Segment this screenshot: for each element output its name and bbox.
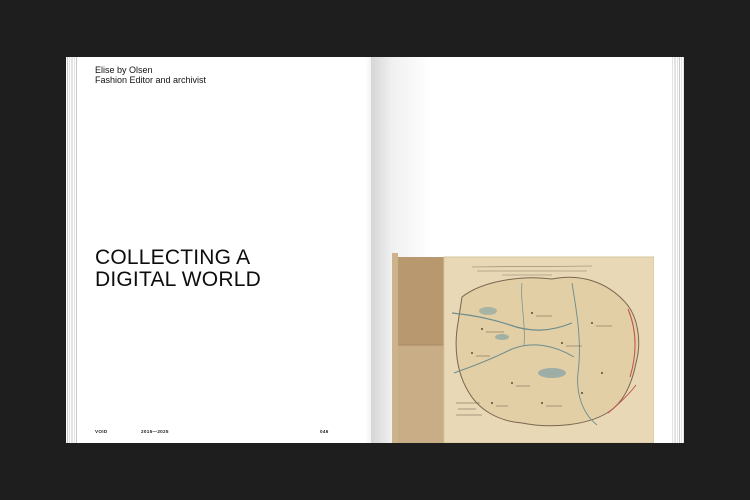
- title-line-2: DIGITAL WORLD: [95, 268, 261, 291]
- article-title: COLLECTING A DIGITAL WORLD: [95, 247, 261, 291]
- author-role: Fashion Editor and archivist: [95, 75, 207, 85]
- footer-publication: VOID: [95, 429, 108, 434]
- book-spread: Elise by Olsen Fashion Editor and archiv…: [0, 0, 750, 500]
- right-page: [371, 57, 672, 443]
- map-territory: [455, 276, 640, 427]
- map-plate: [392, 253, 654, 443]
- left-page-edges: [66, 57, 78, 443]
- author-name: Elise by Olsen: [95, 65, 153, 75]
- footer-page-number: 046: [320, 429, 329, 434]
- title-line-1: COLLECTING A: [95, 246, 251, 269]
- right-page-edges: [672, 57, 684, 443]
- footer-years: 2015—2025: [141, 429, 169, 434]
- map-image: [392, 253, 654, 443]
- folder-edge: [392, 253, 398, 443]
- left-page: Elise by Olsen Fashion Editor and archiv…: [78, 57, 371, 443]
- folder-pocket: [398, 345, 450, 443]
- author-credit: Elise by Olsen Fashion Editor and archiv…: [95, 65, 206, 85]
